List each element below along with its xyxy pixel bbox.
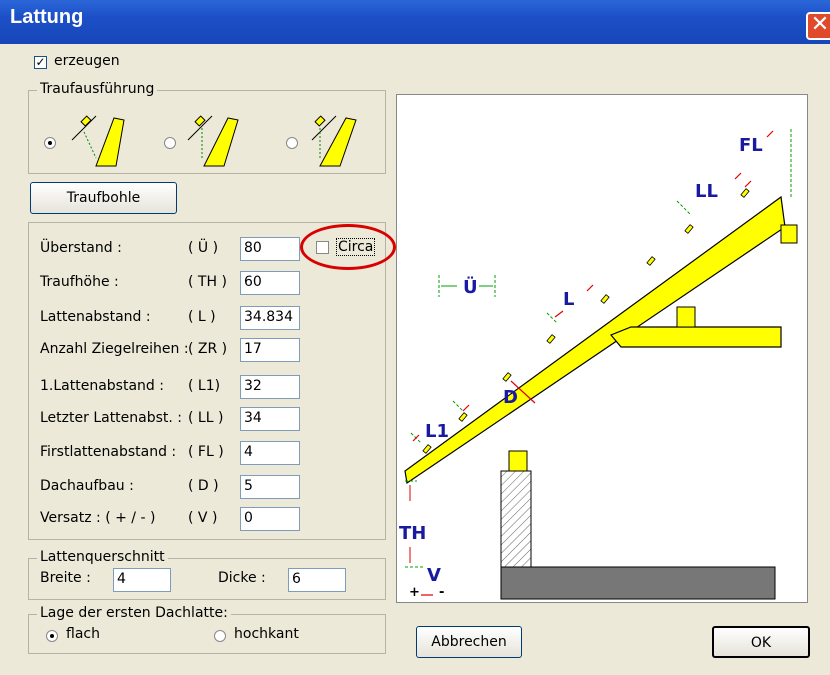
hochkant-label: hochkant	[234, 626, 299, 642]
red-arrows	[412, 130, 774, 596]
field-label: Überstand :	[40, 240, 122, 256]
eaves-block	[508, 450, 528, 472]
traufbohle-button[interactable]: Traufbohle	[30, 182, 177, 214]
trauf-option-1-radio[interactable]	[44, 137, 56, 149]
ok-button[interactable]: OK	[712, 626, 810, 658]
label-TH: TH	[399, 523, 427, 544]
field-label: Traufhöhe :	[40, 274, 119, 290]
breite-label: Breite :	[40, 570, 91, 586]
field-label: Dachaufbau :	[40, 478, 134, 494]
label-FL: FL	[739, 135, 763, 156]
field-input[interactable]: 60	[240, 271, 300, 295]
label-V: V	[427, 565, 441, 586]
circa-highlight-ellipse	[300, 224, 396, 270]
field-input[interactable]: 80	[240, 237, 300, 261]
field-input[interactable]: 4	[240, 441, 300, 465]
window-title: Lattung	[10, 6, 84, 28]
flach-radio[interactable]	[46, 630, 58, 642]
field-abbreviation: ( L )	[188, 309, 216, 325]
erzeugen-checkbox[interactable]: ✓	[34, 56, 47, 69]
dicke-label: Dicke :	[218, 570, 266, 586]
field-abbreviation: ( LL )	[188, 410, 224, 426]
field-abbreviation: ( Ü )	[188, 240, 219, 256]
field-label: Anzahl Ziegelreihen :	[40, 341, 189, 357]
lattung-dialog: Lattung ✕ ✓ erzeugen Traufausführung Tra…	[0, 0, 830, 675]
field-input[interactable]: 17	[240, 338, 300, 362]
erzeugen-label: erzeugen	[54, 53, 120, 69]
dicke-input[interactable]: 6	[288, 568, 346, 592]
trauf-option-3-radio[interactable]	[286, 137, 298, 149]
field-abbreviation: ( V )	[188, 510, 218, 526]
label-L1: L1	[425, 421, 449, 442]
field-input[interactable]: 34.834	[240, 306, 300, 330]
battens	[422, 188, 750, 454]
lage-legend: Lage der ersten Dachlatte:	[37, 605, 231, 621]
field-abbreviation: ( TH )	[188, 274, 227, 290]
field-abbreviation: ( ZR )	[188, 341, 228, 357]
field-label: Letzter Lattenabst. :	[40, 410, 183, 426]
label-D: D	[503, 387, 518, 408]
ridge-block	[780, 224, 798, 244]
breite-input[interactable]: 4	[113, 568, 171, 592]
field-input[interactable]: 5	[240, 475, 300, 499]
roof-diagram: FL LL Ü L D L1 TH V + -	[396, 94, 808, 603]
traufausfuehrung-legend: Traufausführung	[37, 81, 158, 97]
wall	[500, 470, 532, 568]
flach-label: flach	[66, 626, 100, 642]
field-label: Versatz : ( + / - )	[40, 510, 156, 526]
field-label: Firstlattenabstand :	[40, 444, 177, 460]
purlin-block	[676, 306, 696, 328]
field-input[interactable]: 32	[240, 375, 300, 399]
field-label: Lattenabstand :	[40, 309, 151, 325]
trauf-option-2-radio[interactable]	[164, 137, 176, 149]
field-label: 1.Lattenabstand :	[40, 378, 164, 394]
title-bar: Lattung	[0, 0, 830, 44]
field-abbreviation: ( L1)	[188, 378, 221, 394]
close-button[interactable]: ✕	[806, 12, 830, 40]
label-LL: LL	[695, 181, 718, 202]
field-abbreviation: ( FL )	[188, 444, 224, 460]
collar-beam	[610, 326, 782, 348]
field-input[interactable]: 34	[240, 407, 300, 431]
trauf-option-1-icon[interactable]	[66, 110, 128, 168]
lattenquerschnitt-legend: Lattenquerschnitt	[37, 549, 168, 565]
field-abbreviation: ( D )	[188, 478, 219, 494]
trauf-option-2-icon[interactable]	[182, 110, 244, 168]
trauf-option-3-icon[interactable]	[306, 110, 368, 168]
label-U: Ü	[463, 277, 478, 298]
hochkant-radio[interactable]	[214, 630, 226, 642]
label-plus: +	[409, 585, 420, 600]
floor-slab	[500, 566, 776, 600]
field-input[interactable]: 0	[240, 507, 300, 531]
abbrechen-button[interactable]: Abbrechen	[416, 626, 522, 658]
label-minus: -	[439, 585, 445, 600]
label-L: L	[563, 289, 575, 310]
